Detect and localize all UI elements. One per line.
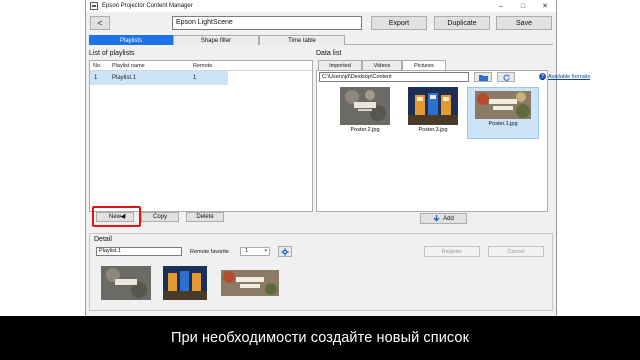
poster-1-thumbnail [475, 91, 531, 119]
duplicate-button[interactable]: Duplicate [434, 16, 490, 30]
available-formats-link[interactable]: ? Available formats [539, 73, 590, 80]
detail-title: Detail [94, 236, 112, 243]
copy-playlist-button[interactable]: Copy [141, 212, 179, 222]
cancel-button[interactable]: Cancel [488, 246, 544, 257]
app-icon [90, 2, 98, 10]
subtitle-bar: При необходимости создайте новый список [0, 316, 640, 360]
refresh-button[interactable] [497, 72, 515, 82]
picture-item[interactable]: Poster.2.jpg [329, 87, 401, 139]
detail-thumbnail [221, 270, 279, 296]
playlist-table: No. Playlist name Remote 1 Playlist.1 1 [89, 60, 313, 212]
data-list-panel: Data list Imported Videos Pictures C:\Us… [316, 48, 590, 228]
register-button[interactable]: Register [424, 246, 480, 257]
chevron-down-icon: ▾ [264, 248, 267, 254]
remote-favorite-value: 1 [245, 248, 249, 254]
picture-item[interactable]: Poster.3.jpg [397, 87, 469, 139]
tab-playlists[interactable]: Playlists [89, 35, 173, 45]
table-row[interactable]: 1 Playlist.1 1 [90, 71, 228, 85]
maximize-button[interactable]: □ [512, 0, 534, 12]
picture-name: Poster.1.jpg [488, 121, 518, 127]
data-list-title: Data list [316, 50, 342, 57]
detail-thumbnail [101, 266, 151, 300]
subtitle-text: При необходимости создайте новый список [170, 330, 470, 346]
tab-shape-filter[interactable]: Shape filter [173, 35, 259, 45]
title-bar: Epson Projector Content Manager – □ ✕ [86, 0, 556, 12]
gear-icon [281, 247, 289, 256]
tab-time-table[interactable]: Time table [259, 35, 345, 45]
app-window: Epson Projector Content Manager – □ ✕ < … [85, 0, 590, 316]
row-remote: 1 [193, 75, 197, 81]
picture-item-selected[interactable]: Poster.1.jpg [467, 87, 539, 139]
column-playlist-name: Playlist name [112, 63, 145, 69]
tab-videos[interactable]: Videos [362, 60, 402, 70]
picture-name: Poster.2.jpg [350, 127, 380, 133]
save-button[interactable]: Save [496, 16, 552, 30]
data-list-tabs: Imported Videos Pictures [316, 60, 548, 71]
row-no: 1 [94, 75, 98, 81]
arrow-down-icon [433, 215, 440, 222]
folder-path-input[interactable]: C:\Users\jd\Desktop\Content [319, 72, 469, 82]
settings-button[interactable] [278, 246, 292, 257]
remote-favorite-select[interactable]: 1 ▾ [240, 247, 270, 256]
detail-panel: Detail Playlist.1 Remote favorite 1 ▾ Re… [89, 233, 553, 311]
toolbar: < Epson LightScene Export Duplicate Save [86, 14, 556, 32]
tab-imported[interactable]: Imported [318, 60, 362, 70]
close-button[interactable]: ✕ [534, 0, 556, 12]
playlists-title: List of playlists [89, 50, 135, 57]
minimize-button[interactable]: – [490, 0, 512, 12]
pictures-pane: C:\Users\jd\Desktop\Content ? Available … [316, 70, 590, 212]
available-formats-label: Available formats [548, 73, 591, 80]
main-tabs: Playlists Shape filter Time table [89, 35, 553, 45]
poster-3-thumbnail [408, 87, 458, 125]
row-playlist-name: Playlist.1 [112, 75, 137, 81]
column-remote: Remote [193, 63, 213, 69]
poster-2-thumbnail [340, 87, 390, 125]
refresh-icon [502, 74, 510, 81]
playlists-panel: List of playlists No. Playlist name Remo… [89, 48, 313, 228]
playlist-table-header: No. Playlist name Remote [90, 61, 312, 71]
export-button[interactable]: Export [371, 16, 427, 30]
delete-playlist-button[interactable]: Delete [186, 212, 224, 222]
detail-thumbnail [163, 266, 207, 300]
content-name-input[interactable]: Epson LightScene [172, 16, 362, 30]
folder-icon [478, 74, 488, 81]
remote-favorite-label: Remote favorite [190, 249, 229, 255]
window-controls: – □ ✕ [490, 0, 556, 12]
add-button[interactable]: Add [420, 213, 467, 224]
picture-name: Poster.3.jpg [418, 127, 448, 133]
back-button[interactable]: < [90, 16, 110, 30]
column-no: No. [93, 63, 102, 69]
open-folder-button[interactable] [474, 72, 492, 82]
playlist-name-input[interactable]: Playlist.1 [96, 247, 182, 256]
add-label: Add [443, 215, 454, 222]
help-icon: ? [539, 73, 546, 80]
new-button-highlight [92, 206, 141, 227]
window-title: Epson Projector Content Manager [102, 3, 193, 9]
back-arrow-icon: < [97, 18, 103, 28]
